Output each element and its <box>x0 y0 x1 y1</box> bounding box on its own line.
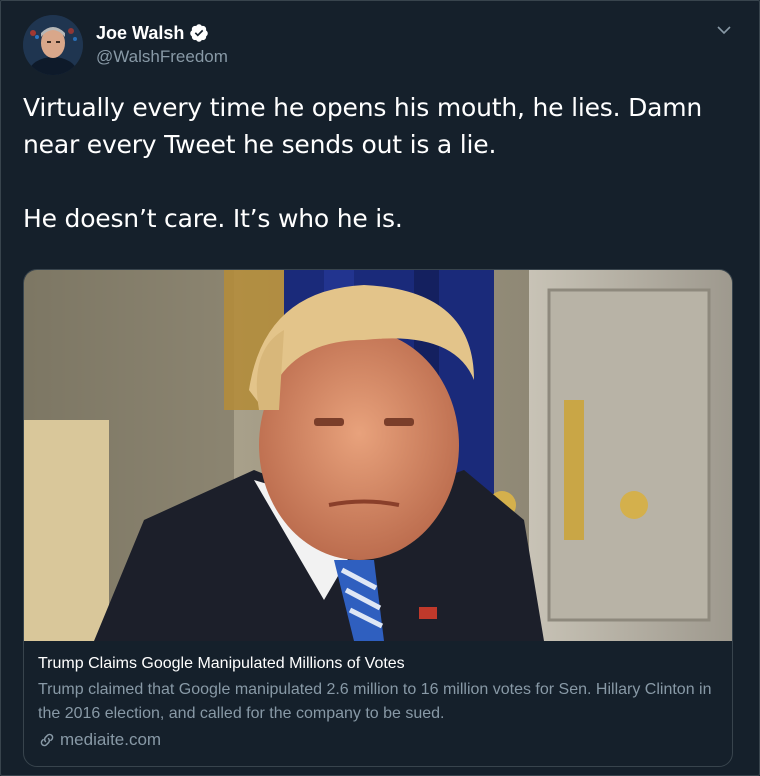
author-names: Joe Walsh @WalshFreedom <box>96 22 228 67</box>
tweet-paragraph: Virtually every time he opens his mouth,… <box>23 93 703 159</box>
chevron-down-icon <box>717 26 731 35</box>
verified-badge-icon <box>189 23 209 43</box>
tweet-text: Virtually every time he opens his mouth,… <box>23 89 739 237</box>
card-description: Trump claimed that Google manipulated 2.… <box>38 681 712 722</box>
display-name-row: Joe Walsh <box>96 22 228 44</box>
avatar-photo <box>23 15 83 75</box>
avatar[interactable] <box>23 15 83 75</box>
card-image[interactable] <box>24 270 732 641</box>
card-domain[interactable]: mediaite.com <box>38 728 718 752</box>
link-preview-card[interactable]: Trump Claims Google Manipulated Millions… <box>23 269 733 767</box>
tweet-card[interactable]: Joe Walsh @WalshFreedom Virtually every … <box>0 0 760 776</box>
card-title[interactable]: Trump Claims Google Manipulated Millions… <box>38 653 718 675</box>
card-domain-text: mediaite.com <box>60 730 162 749</box>
card-body: Trump Claims Google Manipulated Millions… <box>38 653 718 752</box>
tweet-header: Joe Walsh @WalshFreedom <box>23 15 739 77</box>
tweet-paragraph: He doesn’t care. It’s who he is. <box>23 204 403 233</box>
display-name[interactable]: Joe Walsh <box>96 23 184 44</box>
handle[interactable]: @WalshFreedom <box>96 47 228 67</box>
tweet-menu-button[interactable] <box>713 19 735 41</box>
news-photo <box>24 270 732 641</box>
link-icon <box>38 731 56 749</box>
